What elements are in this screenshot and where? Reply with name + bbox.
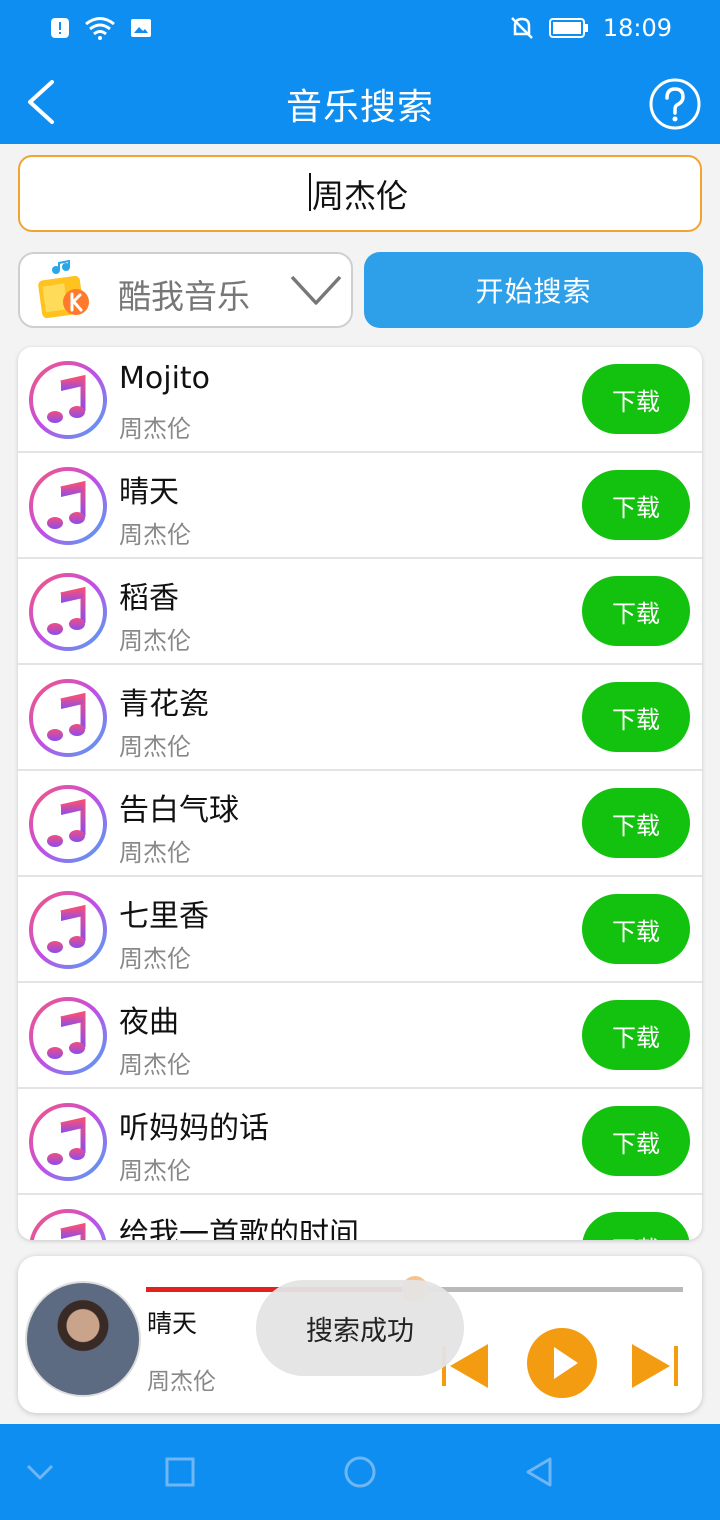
song-title: 给我一首歌的时间 [119,1217,359,1240]
music-note-icon [29,467,107,545]
song-title: 七里香 [119,899,209,934]
song-artist: 周杰伦 [119,839,191,867]
music-note-icon [29,573,107,651]
toast-message: 搜索成功 [256,1280,464,1376]
chevron-down-icon [290,275,342,305]
music-source-label: 酷我音乐 [118,277,250,316]
download-button[interactable]: 下载 [582,894,690,964]
download-button[interactable]: 下载 [582,576,690,646]
download-button[interactable]: 下载 [582,1000,690,1070]
download-button[interactable]: 下载 [582,364,690,434]
search-text: 周杰伦 [311,176,408,215]
page-title: 音乐搜索 [285,87,434,128]
alert-sim-icon [51,18,69,38]
music-source-dropdown[interactable]: 酷我音乐 [18,252,353,328]
search-results-list: Mojito 周杰伦 下载 晴天 周杰伦 下载 稻香 周杰伦 下载 青花瓷 周杰… [18,347,702,1240]
now-playing-artist: 周杰伦 [147,1369,216,1395]
status-time: 18:09 [602,14,672,42]
song-list-item[interactable]: 七里香周杰伦 下载 [18,877,702,983]
download-button[interactable]: 下载 [582,682,690,752]
song-title: 晴天 [119,475,179,510]
search-input[interactable]: 周杰伦 [18,155,702,232]
song-title: 夜曲 [119,1005,179,1040]
help-icon [649,78,701,130]
download-button[interactable]: 下载 [582,1106,690,1176]
help-button[interactable] [648,77,702,131]
search-input-value: 周杰伦 [308,171,408,217]
top-bar: 18:09 音乐搜索 [0,0,720,144]
song-title: 稻香 [119,581,179,616]
song-list-item[interactable]: 夜曲周杰伦 下载 [18,983,702,1089]
song-list-item[interactable]: 青花瓷周杰伦 下载 [18,665,702,771]
play-icon [554,1347,578,1379]
song-title: 告白气球 [119,793,239,828]
song-list-item[interactable]: 稻香周杰伦 下载 [18,559,702,665]
home-icon[interactable] [340,1452,380,1492]
song-list-item[interactable]: Mojito 周杰伦 下载 [18,347,702,453]
song-artist: 周杰伦 [119,945,191,973]
music-note-icon [29,891,107,969]
song-title: Mojito [119,361,211,396]
song-artist: 周杰伦 [119,521,191,549]
text-caret [308,172,311,211]
play-button[interactable] [527,1328,597,1398]
status-bar: 18:09 [0,0,720,60]
song-artist: 周杰伦 [119,1157,191,1185]
music-note-icon [29,679,107,757]
music-note-icon [29,1209,107,1240]
recent-apps-icon[interactable] [160,1452,200,1492]
back-triangle-icon[interactable] [520,1452,560,1492]
system-nav-bar [0,1424,720,1520]
song-artist: 周杰伦 [119,1051,191,1079]
download-button[interactable]: 下载 [582,470,690,540]
song-list-item[interactable]: 给我一首歌的时间周杰伦下载 [18,1195,702,1240]
song-artist: 周杰伦 [119,627,191,655]
bell-muted-icon [510,17,533,39]
download-button[interactable]: 下载 [582,1212,690,1240]
song-artist: 周杰伦 [119,415,191,443]
download-button[interactable]: 下载 [582,788,690,858]
image-notification-icon [131,19,151,37]
wifi-icon [85,17,115,40]
song-artist: 周杰伦 [119,733,191,761]
music-note-icon [29,997,107,1075]
start-search-button[interactable]: 开始搜索 [364,252,703,328]
status-left-icons [50,16,152,40]
now-playing-title: 晴天 [147,1309,198,1338]
chevron-down-icon[interactable] [20,1452,60,1492]
music-note-icon [29,1103,107,1181]
status-right-icons: 18:09 [509,14,672,42]
song-list-item[interactable]: 晴天周杰伦 下载 [18,453,702,559]
album-art[interactable] [25,1281,141,1397]
music-note-icon [29,785,107,863]
song-title: 青花瓷 [119,687,209,722]
battery-icon [548,18,588,38]
next-track-icon[interactable] [628,1340,680,1392]
song-list-item[interactable]: 告白气球周杰伦 下载 [18,771,702,877]
song-title: 听妈妈的话 [119,1111,269,1146]
song-list-item[interactable]: 听妈妈的话周杰伦 下载 [18,1089,702,1195]
music-note-icon [29,361,107,439]
kuwo-music-logo-icon [38,260,89,319]
